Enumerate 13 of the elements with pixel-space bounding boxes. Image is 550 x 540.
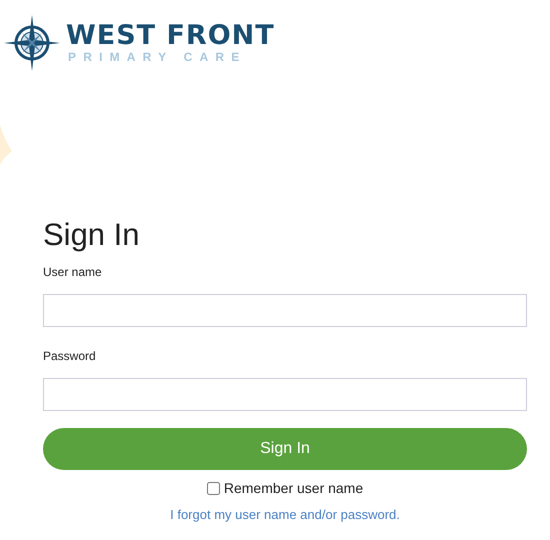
sign-in-button[interactable]: Sign In <box>43 428 527 470</box>
remember-label: Remember user name <box>224 480 364 496</box>
sign-in-heading: Sign In <box>43 217 140 253</box>
field-label: User name <box>43 265 102 279</box>
forgot-link[interactable]: I forgot my user name and/or password. <box>170 507 400 522</box>
remember-checkbox[interactable] <box>206 482 220 494</box>
logo-subtitle: PRIMARY CARE <box>68 50 248 64</box>
username-field[interactable] <box>43 294 527 327</box>
field-label: Password <box>43 349 96 363</box>
logo-title: WEST FRONT <box>66 22 275 50</box>
password-field[interactable] <box>43 378 527 411</box>
decorative-shape <box>0 125 12 165</box>
compass-icon <box>4 14 60 70</box>
